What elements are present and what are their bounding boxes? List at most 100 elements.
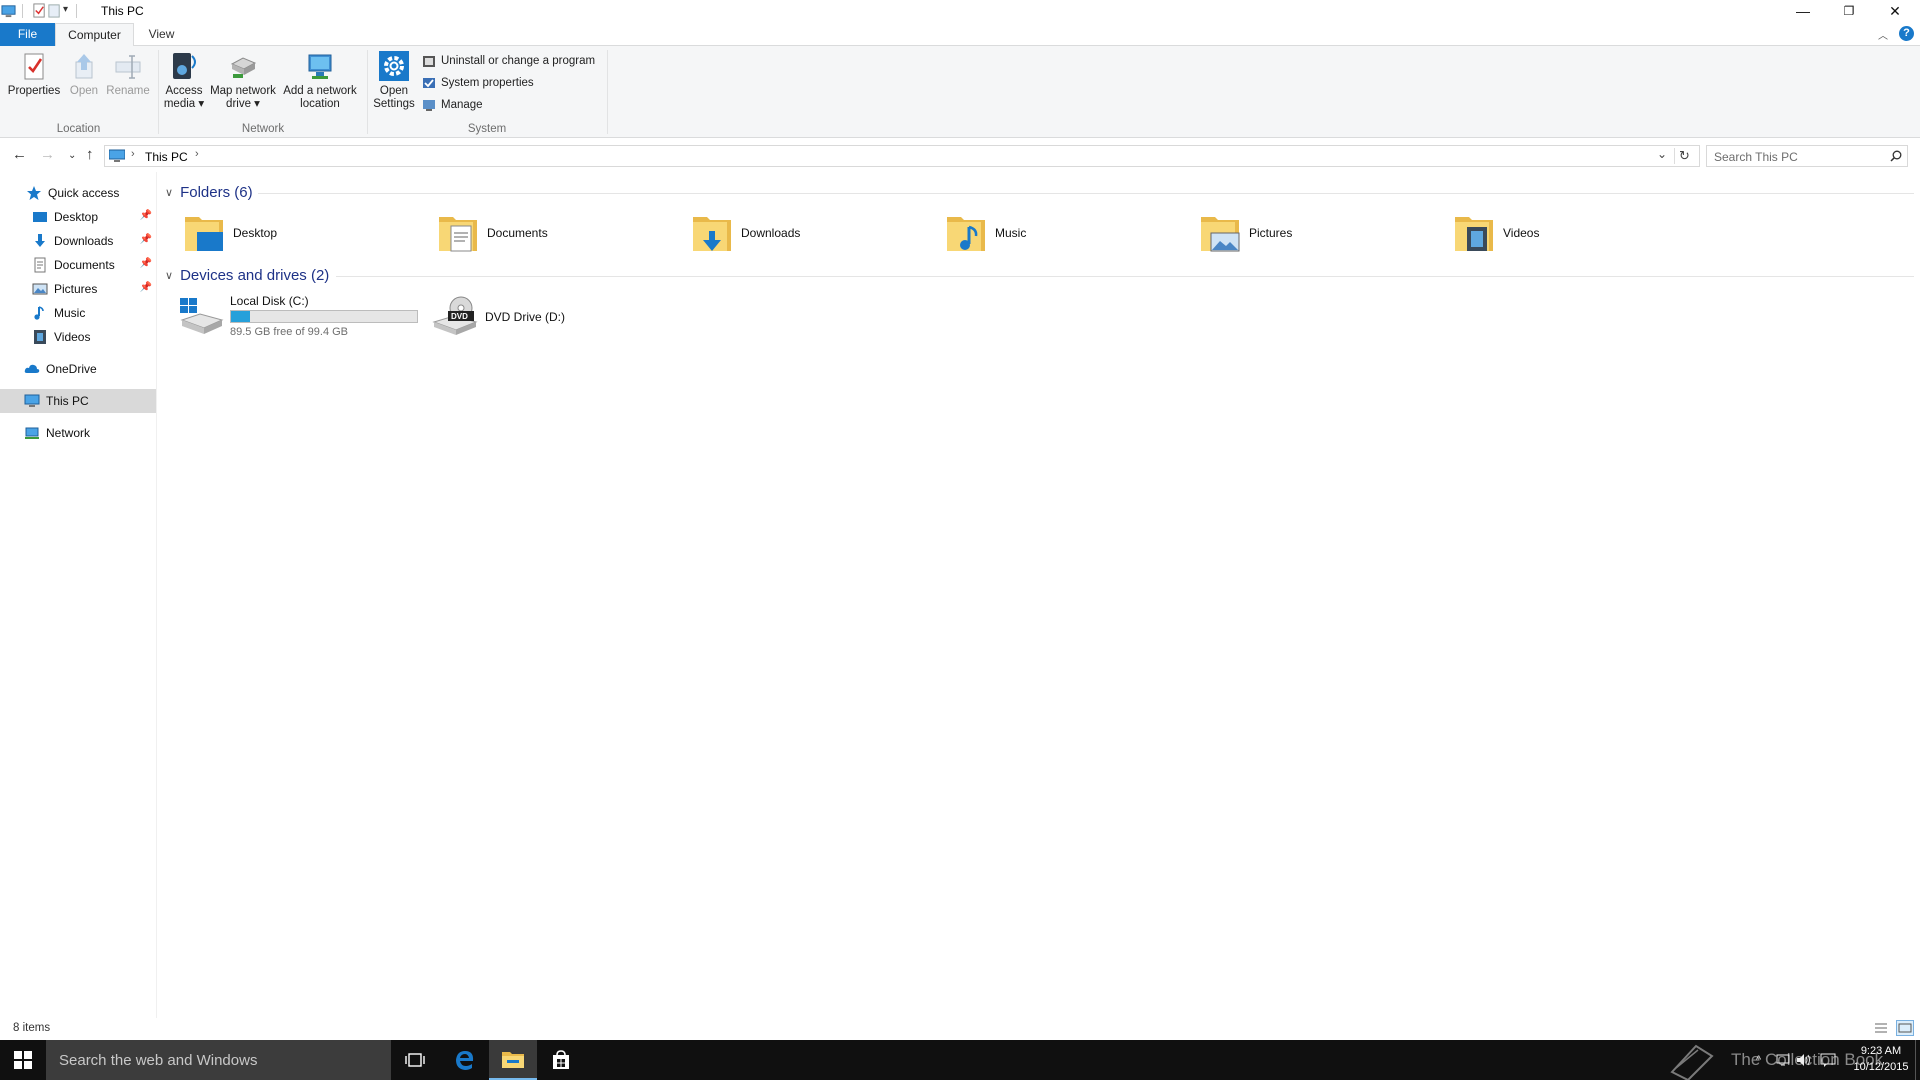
sidebar-item-this-pc[interactable]: This PC: [0, 389, 156, 413]
breadcrumb-this-pc[interactable]: This PC: [145, 150, 188, 164]
tab-view[interactable]: View: [134, 23, 189, 46]
access-media-button[interactable]: Access media ▾: [162, 50, 206, 111]
add-network-location-button[interactable]: Add a network location: [280, 50, 360, 111]
folder-desktop[interactable]: Desktop: [183, 209, 277, 257]
minimize-button[interactable]: —: [1780, 0, 1826, 22]
details-view-icon[interactable]: [1874, 1022, 1888, 1034]
show-desktop-button[interactable]: [1915, 1040, 1916, 1080]
close-button[interactable]: ✕: [1872, 0, 1918, 22]
folder-pictures[interactable]: Pictures: [1199, 209, 1292, 257]
address-bar[interactable]: › This PC › ⌄ ↻: [104, 145, 1700, 167]
drive-free-space: 89.5 GB free of 99.4 GB: [230, 326, 349, 338]
restore-button[interactable]: ❐: [1826, 0, 1872, 22]
new-folder-quick-icon[interactable]: [47, 3, 62, 18]
computer-icon: [24, 394, 40, 407]
clock[interactable]: 9:23 AM 10/12/2015: [1848, 1043, 1914, 1075]
chevron-down-icon[interactable]: ∨: [165, 186, 173, 199]
customize-quick-access-icon[interactable]: ▾: [63, 4, 68, 15]
divider: [22, 4, 23, 18]
film-icon: [34, 330, 46, 344]
pin-icon[interactable]: 📌: [140, 258, 152, 269]
folder-videos[interactable]: Videos: [1453, 209, 1539, 257]
store-bag-icon: [553, 1050, 569, 1069]
desktop-icon: [33, 212, 47, 222]
document-icon: [34, 257, 46, 273]
group-label-network: Network: [241, 123, 285, 135]
folder-documents[interactable]: Documents: [437, 209, 548, 257]
sidebar-item-downloads[interactable]: Downloads 📌: [0, 229, 156, 253]
clock-time: 9:23 AM: [1860, 1045, 1902, 1057]
uninstall-icon: [423, 56, 435, 67]
manage-button[interactable]: Manage: [422, 96, 483, 114]
downloads-folder-icon: [693, 217, 731, 251]
file-explorer-taskbar-button[interactable]: [489, 1040, 537, 1080]
sidebar-item-quick-access[interactable]: Quick access: [0, 181, 156, 205]
pictures-folder-icon: [1201, 217, 1240, 252]
edge-browser-button[interactable]: [441, 1040, 489, 1080]
sidebar-item-network[interactable]: Network: [0, 421, 156, 445]
recent-locations-chevron-icon[interactable]: ⌄: [68, 150, 76, 161]
store-button[interactable]: [537, 1040, 585, 1080]
chevron-down-icon[interactable]: ∨: [165, 269, 173, 282]
start-button[interactable]: [0, 1040, 46, 1080]
forward-arrow-icon[interactable]: →: [40, 146, 55, 163]
large-icons-view-icon: [1898, 1023, 1912, 1033]
uninstall-program-button[interactable]: Uninstall or change a program: [422, 52, 595, 70]
volume-icon[interactable]: [1796, 1053, 1812, 1067]
picture-icon: [32, 283, 48, 295]
drive-name: DVD Drive (D:): [485, 310, 565, 324]
sidebar-item-music[interactable]: Music: [0, 301, 156, 325]
task-view-icon: [405, 1053, 425, 1067]
task-view-button[interactable]: [391, 1040, 439, 1080]
sidebar-item-pictures[interactable]: Pictures 📌: [0, 277, 156, 301]
access-media-icon: [168, 50, 200, 82]
tab-file[interactable]: File: [0, 23, 55, 46]
action-center-icon[interactable]: [1820, 1053, 1836, 1067]
search-icon[interactable]: [1890, 150, 1902, 162]
pin-icon[interactable]: 📌: [140, 282, 152, 293]
folder-downloads[interactable]: Downloads: [691, 209, 800, 257]
folders-section-header[interactable]: ∨ Folders (6): [165, 184, 253, 201]
properties-quick-icon[interactable]: [32, 3, 47, 18]
address-dropdown-icon[interactable]: ⌄: [1657, 147, 1667, 161]
map-network-drive-button[interactable]: Map network drive ▾: [208, 50, 278, 111]
folder-music[interactable]: Music: [945, 209, 1026, 257]
taskbar-search-box[interactable]: Search the web and Windows: [46, 1040, 391, 1080]
breadcrumb-separator-icon[interactable]: ›: [195, 148, 199, 160]
network-icon: [25, 427, 39, 439]
search-box[interactable]: Search This PC: [1706, 145, 1908, 167]
back-arrow-icon[interactable]: ←: [12, 146, 27, 163]
large-icons-view-button[interactable]: [1896, 1020, 1914, 1036]
open-button[interactable]: Open: [64, 50, 104, 98]
system-properties-button[interactable]: System properties: [422, 74, 534, 92]
pin-icon[interactable]: 📌: [140, 234, 152, 245]
map-network-drive-icon: [227, 50, 259, 82]
breadcrumb-separator-icon[interactable]: ›: [131, 148, 135, 160]
devices-section-header[interactable]: ∨ Devices and drives (2): [165, 267, 329, 284]
file-explorer-icon: [502, 1052, 524, 1068]
up-arrow-icon[interactable]: ↑: [86, 146, 94, 163]
tab-computer[interactable]: Computer: [55, 23, 134, 47]
sidebar-item-desktop[interactable]: Desktop 📌: [0, 205, 156, 229]
properties-button[interactable]: Properties: [6, 50, 62, 98]
taskbar: Search the web and Windows The Collectio…: [0, 1040, 1920, 1080]
sidebar-item-videos[interactable]: Videos: [0, 325, 156, 349]
open-settings-button[interactable]: Open Settings: [371, 50, 417, 111]
group-separator: [607, 50, 608, 134]
drive-dvd-d[interactable]: DVD DVD Drive (D:): [432, 290, 612, 342]
collapse-ribbon-icon[interactable]: ︿: [1878, 27, 1888, 42]
manage-icon: [423, 100, 435, 111]
edge-icon: [456, 1051, 474, 1070]
sidebar-item-documents[interactable]: Documents 📌: [0, 253, 156, 277]
windows-logo-icon: [14, 1051, 32, 1069]
refresh-icon[interactable]: ↻: [1679, 148, 1690, 164]
this-pc-icon: [109, 149, 125, 162]
pin-icon[interactable]: 📌: [140, 210, 152, 221]
sidebar-item-onedrive[interactable]: OneDrive: [0, 357, 156, 381]
videos-folder-icon: [1455, 217, 1493, 251]
rename-button[interactable]: Rename: [104, 50, 152, 98]
help-icon[interactable]: ?: [1899, 26, 1914, 41]
show-hidden-icons-chevron-icon[interactable]: ^: [1756, 1054, 1761, 1066]
drive-local-disk-c[interactable]: Local Disk (C:) 89.5 GB free of 99.4 GB: [178, 290, 422, 342]
network-tray-icon[interactable]: [1776, 1053, 1790, 1067]
